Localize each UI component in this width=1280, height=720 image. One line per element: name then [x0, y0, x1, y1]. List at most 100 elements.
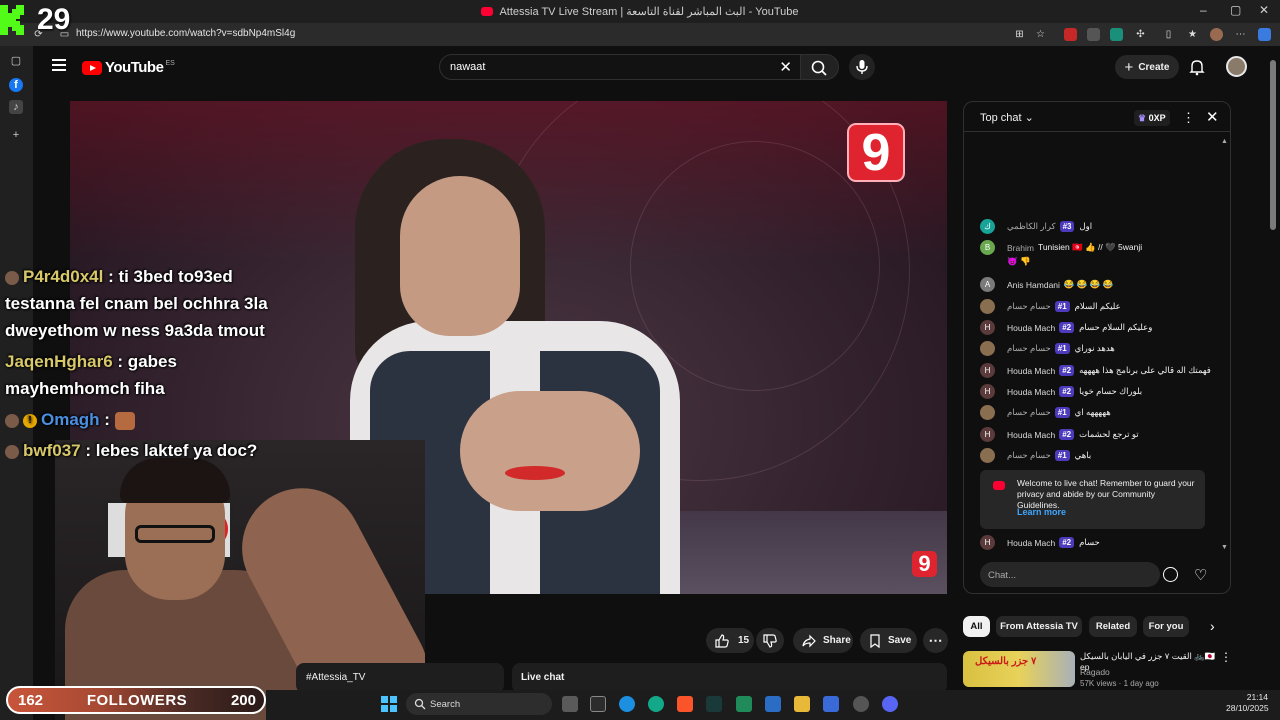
chip-from-channel[interactable]: From Attessia TV — [996, 616, 1082, 637]
chat-author[interactable]: حسام حسام — [1007, 450, 1051, 461]
maximize-button[interactable]: ▢ — [1230, 3, 1241, 17]
store-icon[interactable] — [823, 696, 839, 712]
voice-search-button[interactable] — [849, 54, 875, 80]
share-button[interactable]: Share — [793, 628, 853, 653]
favorite-star-icon[interactable]: ☆ — [1034, 28, 1047, 41]
chat-author[interactable]: Houda Mach — [1007, 387, 1055, 397]
page-scrollbar[interactable] — [1270, 60, 1276, 230]
facebook-icon[interactable]: f — [9, 78, 23, 92]
chat-text: عليكم السلام — [1074, 301, 1121, 311]
recommended-meta: 57K views · 1 day ago — [1080, 679, 1159, 688]
recommended-channel[interactable]: Ragado — [1080, 667, 1110, 677]
chat-author[interactable]: كرار الكاظمي — [1007, 221, 1056, 232]
chat-scroll-up-icon[interactable]: ▲ — [1221, 138, 1228, 145]
discord-icon[interactable] — [882, 696, 898, 712]
learn-more-link[interactable]: Learn more — [1017, 507, 1066, 517]
app-available-icon[interactable]: ⊞ — [1013, 28, 1026, 41]
windows-start-icon[interactable] — [381, 696, 397, 712]
search-input[interactable]: nawaat — [450, 61, 485, 73]
dislike-button[interactable] — [756, 628, 784, 653]
chevron-right-icon[interactable]: › — [1210, 618, 1215, 634]
presenter-face — [400, 176, 520, 336]
notifications-bell-icon[interactable] — [1188, 58, 1206, 76]
chat-text: حسام — [1079, 537, 1100, 547]
share-arrow-icon — [802, 634, 816, 647]
edge-browser-icon[interactable] — [619, 696, 635, 712]
split-screen-icon[interactable]: ▯ — [1162, 28, 1175, 41]
mail-icon[interactable] — [765, 696, 781, 712]
tab-title: Attessia TV Live Stream | البث المباشر ل… — [499, 6, 799, 18]
heart-reaction-icon[interactable]: ♡ — [1194, 566, 1207, 584]
chat-text: هههههه اي — [1074, 407, 1111, 417]
app-icon[interactable] — [706, 696, 722, 712]
terminal-icon[interactable] — [590, 696, 606, 712]
chip-related[interactable]: Related — [1089, 616, 1137, 637]
chat-author[interactable]: Houda Mach — [1007, 366, 1055, 376]
app-icon[interactable] — [648, 696, 664, 712]
tab-actions-icon[interactable]: ▢ — [9, 54, 23, 68]
chat-author[interactable]: حسام حسام — [1007, 343, 1051, 354]
live-chat-replay-box[interactable] — [512, 663, 947, 693]
chat-avatar — [980, 341, 995, 356]
hamburger-menu-icon[interactable] — [52, 59, 66, 71]
extension-icon[interactable] — [1110, 28, 1123, 41]
chat-mode-dropdown[interactable]: Top chat ⌄ — [980, 111, 1034, 124]
extensions-puzzle-icon[interactable]: ✣ — [1134, 28, 1147, 41]
chip-for-you[interactable]: For you — [1143, 616, 1189, 637]
chat-scroll-down-icon[interactable]: ▼ — [1221, 544, 1228, 551]
brave-browser-icon[interactable] — [677, 696, 693, 712]
youtube-icon — [993, 481, 1005, 490]
account-avatar[interactable] — [1226, 56, 1247, 77]
task-view-icon[interactable] — [562, 696, 578, 712]
extension-icon[interactable] — [1064, 28, 1077, 41]
chat-author[interactable]: حسام حسام — [1007, 301, 1051, 312]
extension-icon[interactable] — [1087, 28, 1100, 41]
overlay-message-text: : ti 3bed to93ed — [103, 267, 233, 286]
close-chat-icon[interactable]: ✕ — [1206, 108, 1219, 126]
profile-avatar-icon[interactable] — [1210, 28, 1223, 41]
chat-message: حسام حسام #1 عليكم السلام — [980, 299, 1121, 314]
chip-all[interactable]: All — [963, 616, 990, 637]
chat-author[interactable]: Brahim — [1007, 243, 1034, 253]
hashtag-link[interactable]: #Attessia_TV — [306, 672, 365, 683]
system-clock[interactable]: 21:14 28/10/2025 — [1226, 692, 1269, 714]
search-box[interactable]: nawaat ✕ — [439, 54, 801, 80]
overlay-message-text: : lebes laktef ya doc? — [80, 441, 258, 460]
chat-author[interactable]: حسام حسام — [1007, 407, 1051, 418]
more-actions-button[interactable]: ⋯ — [923, 628, 948, 653]
clear-search-icon[interactable]: ✕ — [779, 58, 792, 76]
pycharm-icon[interactable] — [736, 696, 752, 712]
minimize-button[interactable]: – — [1200, 3, 1207, 17]
chat-author[interactable]: Anis Hamdani — [1007, 280, 1060, 290]
file-explorer-icon[interactable] — [794, 696, 810, 712]
more-vertical-icon[interactable]: ⋮ — [1220, 650, 1232, 664]
audio-tab-icon[interactable]: ♪ — [9, 100, 23, 114]
obs-icon[interactable] — [853, 696, 869, 712]
streamer-glasses — [135, 525, 215, 543]
overlay-chat-message: mayhemhomch fiha — [5, 379, 165, 398]
rank-badge: #1 — [1054, 343, 1070, 354]
copilot-icon[interactable] — [1258, 28, 1271, 41]
close-window-button[interactable]: ✕ — [1259, 3, 1269, 17]
chat-author[interactable]: Houda Mach — [1007, 430, 1055, 440]
settings-more-icon[interactable]: ⋯ — [1234, 28, 1247, 41]
channel-9-logo: 9 — [847, 123, 905, 182]
youtube-wordmark: YouTube — [105, 59, 164, 76]
search-button[interactable] — [801, 54, 839, 80]
youtube-logo[interactable]: YouTube ES — [82, 59, 175, 76]
new-tab-plus-icon[interactable]: + — [9, 128, 23, 142]
chat-more-icon[interactable]: ⋮ — [1182, 110, 1195, 126]
emote-sticker-icon — [114, 411, 135, 430]
save-button[interactable]: Save — [860, 628, 917, 653]
chat-author[interactable]: Houda Mach — [1007, 538, 1055, 548]
presenter-pin — [505, 466, 565, 480]
favorites-icon[interactable]: ★ — [1186, 28, 1199, 41]
url-input[interactable]: https://www.youtube.com/watch?v=sdbNp4mS… — [76, 28, 295, 39]
like-button[interactable]: 15 — [706, 628, 754, 653]
create-button[interactable]: + Create — [1115, 55, 1179, 79]
chat-xp-badge[interactable]: ♛ 0XP — [1134, 110, 1170, 126]
plus-icon: + — [1124, 58, 1134, 76]
chat-author[interactable]: Houda Mach — [1007, 323, 1055, 333]
taskbar-search-box[interactable] — [406, 693, 552, 715]
emoji-picker-icon[interactable] — [1163, 567, 1178, 582]
